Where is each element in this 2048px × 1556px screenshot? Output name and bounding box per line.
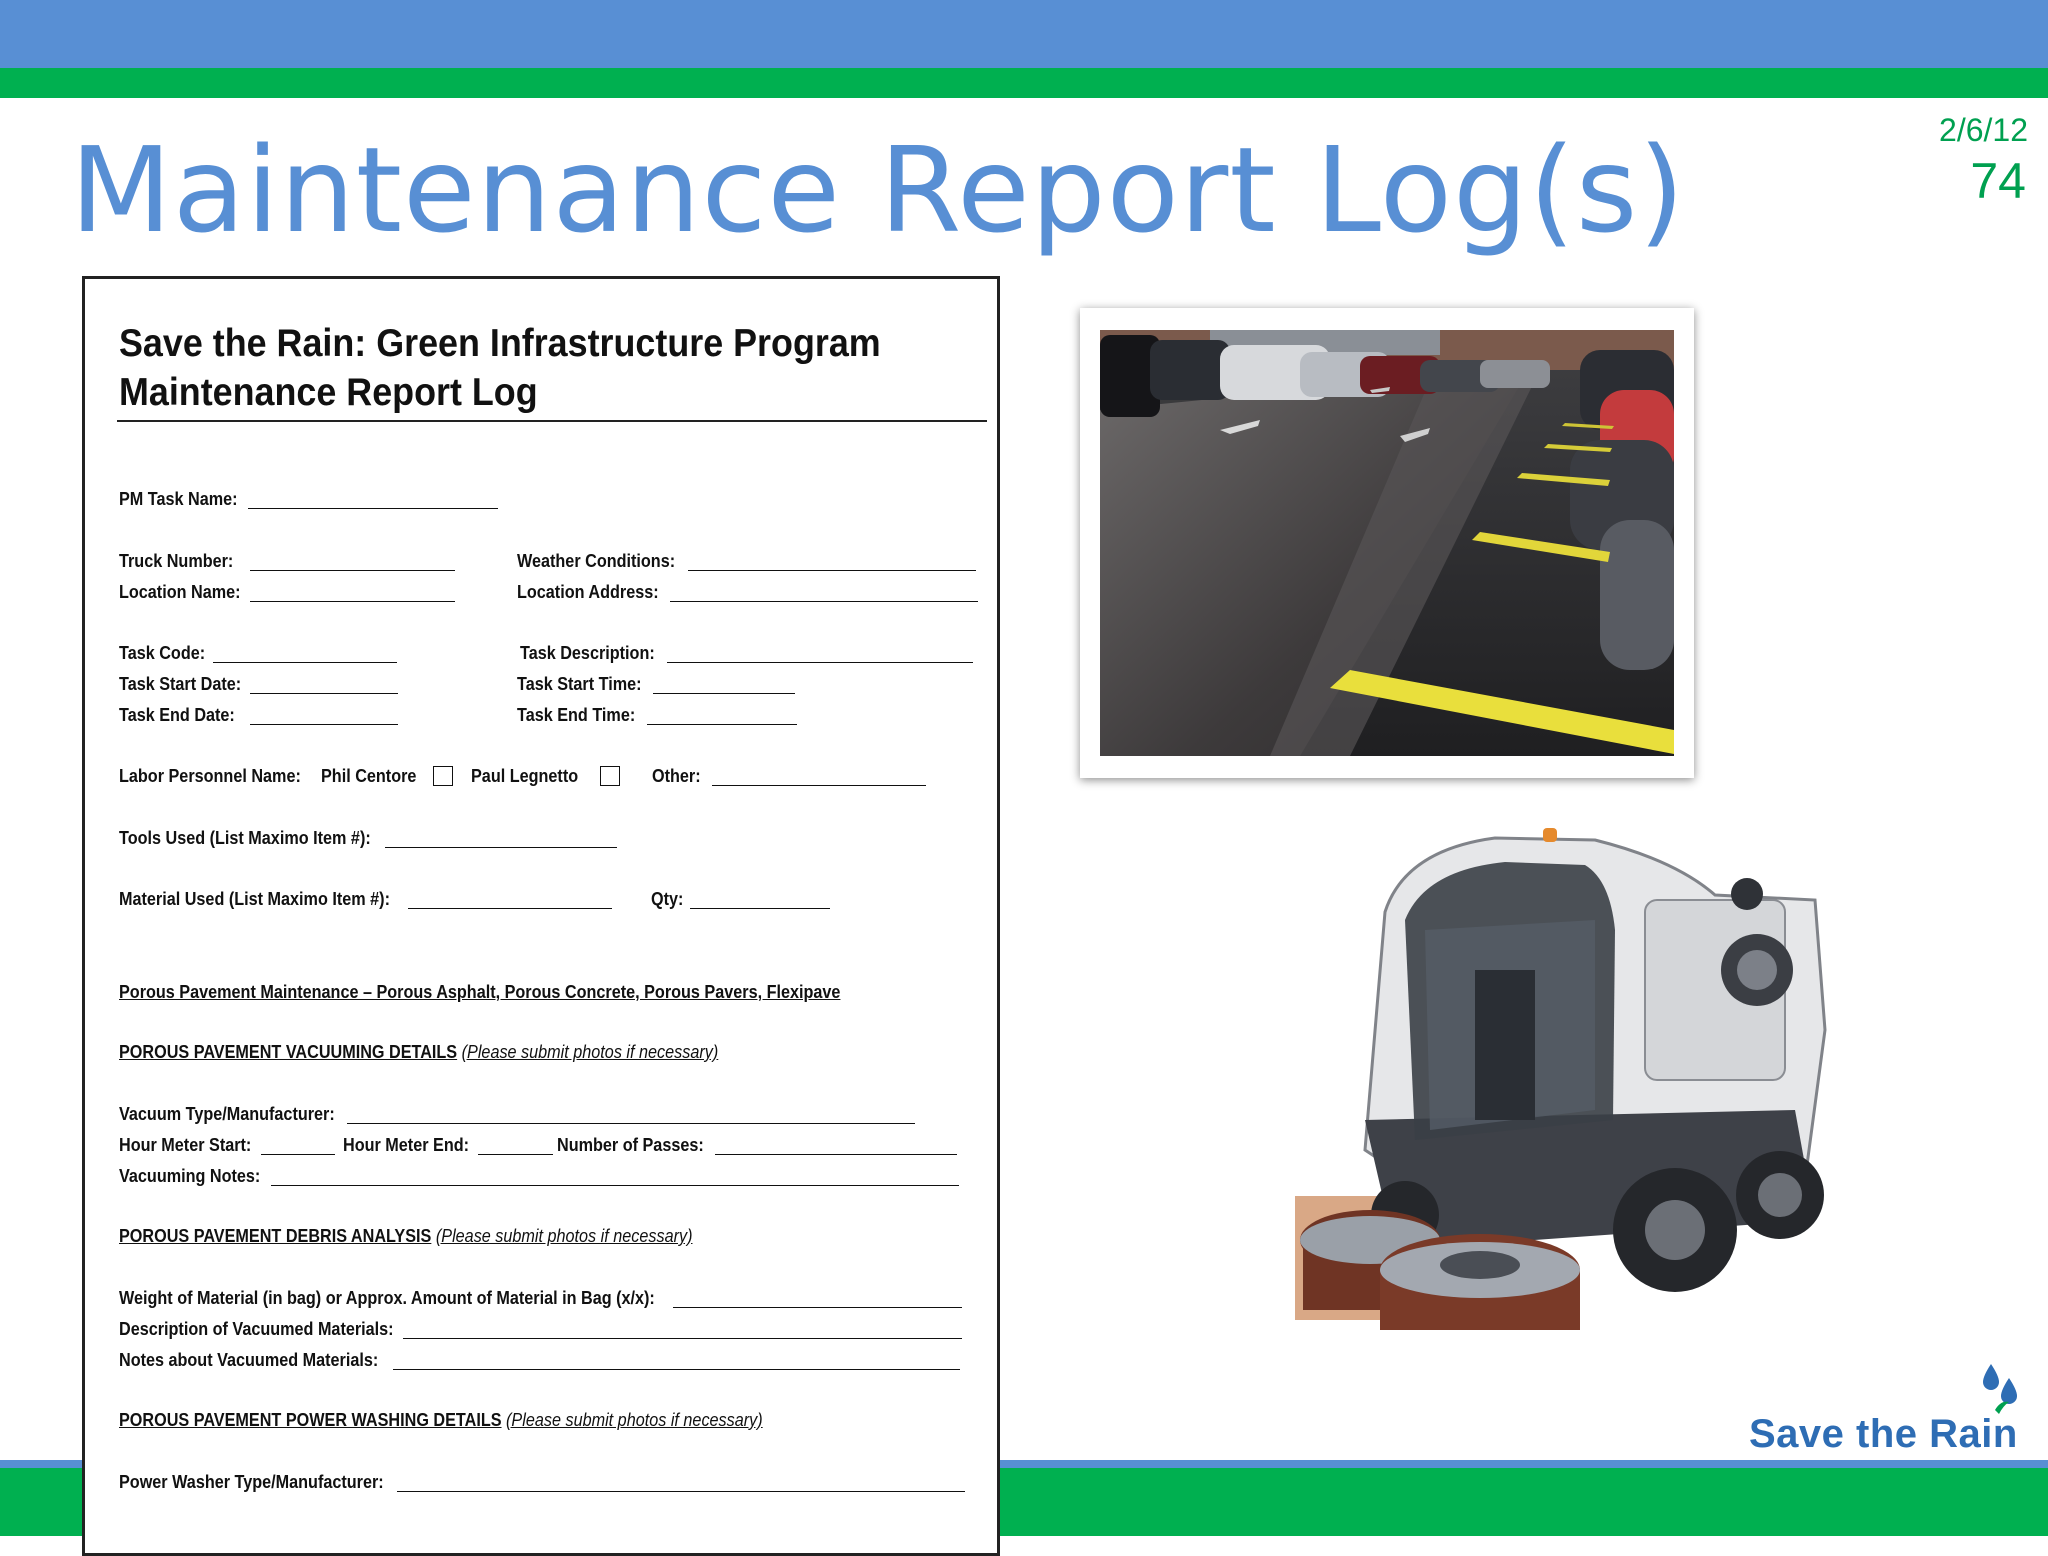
hour-meter-start-label: Hour Meter Start: <box>119 1135 252 1155</box>
vacuuming-photos-note: (Please submit photos if necessary) <box>461 1042 719 1062</box>
maintenance-report-form: Save the Rain: Green Infrastructure Prog… <box>82 276 1000 1556</box>
power-washing-photos-note: (Please submit photos if necessary) <box>506 1410 763 1430</box>
truck-number-label: Truck Number: <box>119 551 234 571</box>
vacuuming-notes-label: Vacuuming Notes: <box>119 1166 261 1186</box>
person-1-label: Phil Centore <box>321 766 417 786</box>
number-of-passes-label: Number of Passes: <box>557 1135 704 1155</box>
other-label: Other: <box>652 766 701 786</box>
top-blue-band <box>0 0 2048 68</box>
title-rule <box>117 420 987 422</box>
top-green-band <box>0 68 2048 98</box>
weight-of-material-label: Weight of Material (in bag) or Approx. A… <box>119 1288 655 1308</box>
form-title: Save the Rain: Green Infrastructure Prog… <box>119 322 881 414</box>
porous-pavement-heading: Porous Pavement Maintenance – Porous Asp… <box>119 982 841 1002</box>
labor-personnel-label: Labor Personnel Name: <box>119 766 301 786</box>
weight-of-material-line <box>673 1307 962 1308</box>
task-start-date-label: Task Start Date: <box>119 674 242 694</box>
number-of-passes-line <box>715 1154 957 1155</box>
other-line <box>712 785 926 786</box>
save-the-rain-logo: Save the Rain <box>1745 1362 2035 1458</box>
vacuuming-heading: POROUS PAVEMENT VACUUMING DETAILS <box>119 1042 458 1062</box>
hour-meter-end-line <box>478 1154 553 1155</box>
tools-used-line <box>385 847 617 848</box>
task-start-date-line <box>250 693 398 694</box>
location-address-label: Location Address: <box>517 582 659 602</box>
task-description-line <box>667 662 973 663</box>
truck-number-line <box>250 570 455 571</box>
hour-meter-end-label: Hour Meter End: <box>343 1135 470 1155</box>
material-used-line <box>408 908 612 909</box>
location-name-line <box>250 601 455 602</box>
vacuum-type-line <box>347 1123 915 1124</box>
material-used-label: Material Used (List Maximo Item #): <box>119 889 390 909</box>
location-address-line <box>670 601 978 602</box>
task-start-time-label: Task Start Time: <box>517 674 642 694</box>
location-name-label: Location Name: <box>119 582 241 602</box>
weather-conditions-label: Weather Conditions: <box>517 551 676 571</box>
hour-meter-start-line <box>261 1154 335 1155</box>
qty-line <box>690 908 830 909</box>
parking-lot-photo <box>1080 308 1694 778</box>
notes-vacuumed-line <box>393 1369 960 1370</box>
task-description-label: Task Description: <box>520 643 655 663</box>
debris-heading: POROUS PAVEMENT DEBRIS ANALYSIS <box>119 1226 432 1246</box>
weather-conditions-line <box>688 570 976 571</box>
task-end-date-line <box>250 724 398 725</box>
task-code-label: Task Code: <box>119 643 206 663</box>
task-end-date-label: Task End Date: <box>119 705 235 725</box>
street-sweeper-image <box>1295 828 1827 1330</box>
task-end-time-label: Task End Time: <box>517 705 636 725</box>
description-vacuumed-label: Description of Vacuumed Materials: <box>119 1319 394 1339</box>
power-washing-heading: POROUS PAVEMENT POWER WASHING DETAILS <box>119 1410 502 1430</box>
vacuum-type-label: Vacuum Type/Manufacturer: <box>119 1104 335 1124</box>
power-washer-type-label: Power Washer Type/Manufacturer: <box>119 1472 384 1492</box>
debris-photos-note: (Please submit photos if necessary) <box>435 1226 693 1246</box>
power-washer-type-line <box>397 1491 965 1492</box>
task-start-time-line <box>653 693 795 694</box>
notes-vacuumed-label: Notes about Vacuumed Materials: <box>119 1350 379 1370</box>
logo-text: Save the Rain <box>1749 1412 2018 1456</box>
task-code-line <box>213 662 397 663</box>
person-1-checkbox[interactable] <box>433 766 453 786</box>
slide-date: 2/6/12 <box>1939 112 2028 148</box>
description-vacuumed-line <box>403 1338 962 1339</box>
qty-label: Qty: <box>651 889 684 909</box>
person-2-checkbox[interactable] <box>600 766 620 786</box>
task-end-time-line <box>647 724 797 725</box>
pm-task-name-label: PM Task Name: <box>119 489 238 509</box>
pm-task-name-line <box>248 508 498 509</box>
tools-used-label: Tools Used (List Maximo Item #): <box>119 828 371 848</box>
slide-title: Maintenance Report Log(s) <box>70 121 1686 259</box>
slide-page-number: 74 <box>1970 153 2026 209</box>
porous-pavement-parking-lot-image <box>1100 330 1674 756</box>
person-2-label: Paul Legnetto <box>471 766 579 786</box>
vacuuming-notes-line <box>271 1185 959 1186</box>
